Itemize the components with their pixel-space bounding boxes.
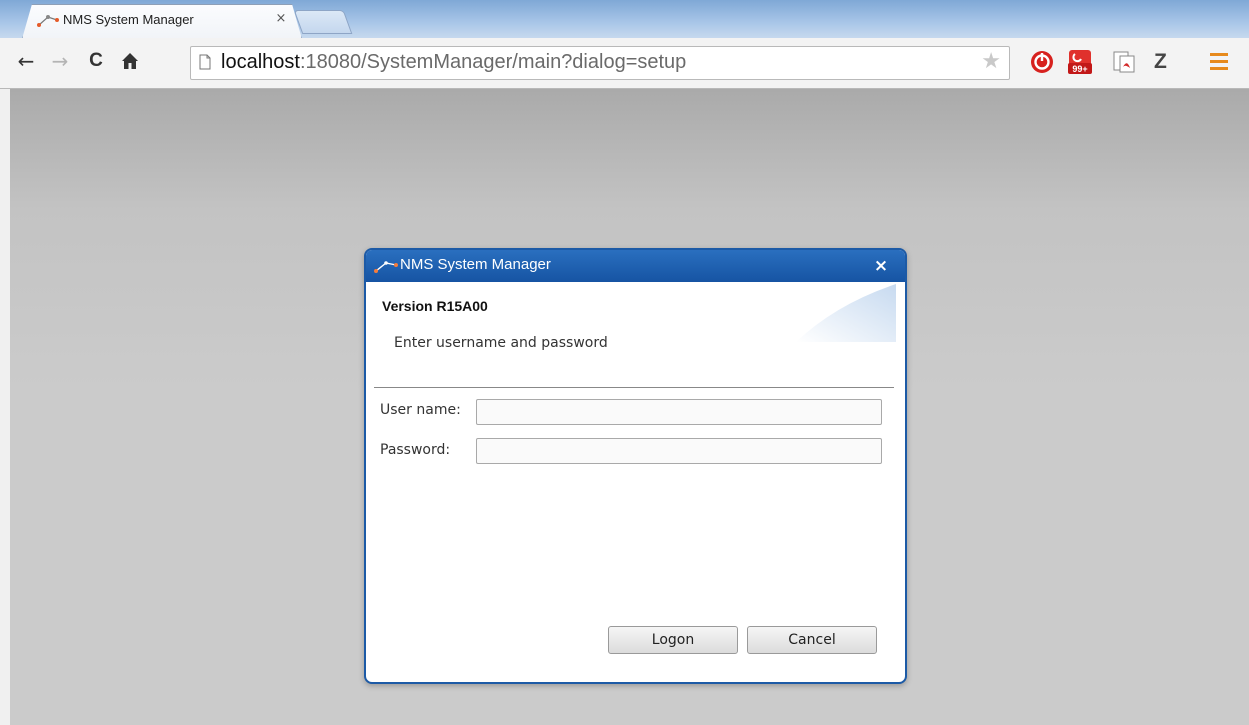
username-label: User name: [380,402,461,418]
home-icon[interactable] [120,51,140,71]
nms-logo-icon [37,13,59,27]
tab-close-icon[interactable]: × [273,11,289,27]
url-path: :18080/SystemManager/main?dialog=setup [299,51,687,73]
version-label: Version R15A00 [382,298,488,314]
dialog-titlebar[interactable]: NMS System Manager × [366,250,905,282]
username-input[interactable] [476,399,882,425]
close-icon[interactable]: × [870,255,892,277]
banner-decoration [796,284,896,342]
logon-button[interactable]: Logon [608,626,738,654]
back-icon[interactable]: ← [14,48,38,74]
pdf-icon[interactable] [1111,49,1137,75]
z-extension-icon[interactable]: Z [1154,50,1167,74]
address-bar[interactable]: localhost:18080/SystemManager/main?dialo… [190,46,1010,80]
badge-count: 99+ [1072,64,1087,74]
red-stop-icon[interactable] [1029,49,1055,75]
tab-nms-system-manager[interactable]: NMS System Manager × [22,4,302,39]
page-icon [199,54,211,70]
forward-icon[interactable]: → [48,48,72,74]
login-dialog: NMS System Manager × Version R15A00 Ente… [364,248,907,684]
password-input[interactable] [476,438,882,464]
tab-strip: NMS System Manager × [0,0,1249,38]
tab-title: NMS System Manager [63,12,194,27]
hamburger-menu-icon[interactable] [1210,53,1228,71]
nms-logo-icon [374,261,398,273]
cancel-button[interactable]: Cancel [747,626,877,654]
badge-99-icon[interactable]: 99+ [1067,49,1093,75]
url-text: localhost:18080/SystemManager/main?dialo… [221,51,686,74]
reload-icon[interactable]: C [84,48,108,74]
dialog-title: NMS System Manager [400,256,551,273]
new-tab-button[interactable] [293,10,353,34]
instruction-text: Enter username and password [394,335,608,351]
password-label: Password: [380,442,451,458]
bookmark-star-icon[interactable]: ★ [981,50,1001,74]
url-host: localhost [221,51,300,73]
browser-toolbar: ← → C localhost:18080/SystemManager/main… [0,38,1249,89]
divider [374,387,894,388]
